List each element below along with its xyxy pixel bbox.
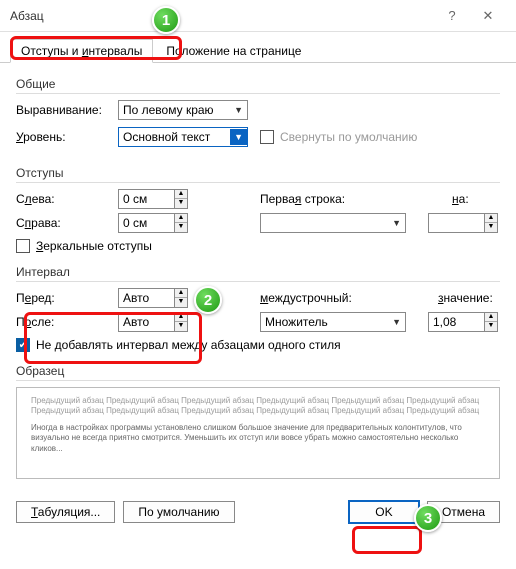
combo-linespacing[interactable]: Множитель▼ (260, 312, 406, 332)
label-linespacing: междустрочный: (260, 291, 380, 305)
spinner-right[interactable]: ▲▼ (118, 213, 188, 233)
badge-3: 3 (414, 504, 442, 532)
label-right: Справа: (16, 216, 112, 230)
chevron-down-icon: ▼ (392, 317, 401, 327)
help-button[interactable]: ? (434, 8, 470, 23)
tabs-button[interactable]: Табуляция... (16, 501, 115, 523)
group-general: Общие (16, 77, 500, 94)
chevron-down-icon: ▼ (234, 105, 243, 115)
spinner-at[interactable]: ▲▼ (428, 312, 498, 332)
group-indent: Отступы (16, 166, 500, 183)
badge-2: 2 (194, 286, 222, 314)
label-collapse: Свернуты по умолчанию (280, 130, 417, 144)
label-after: После: (16, 315, 112, 329)
combo-firstline[interactable]: ▼ (260, 213, 406, 233)
default-button[interactable]: По умолчанию (123, 501, 234, 523)
tab-position[interactable]: Положение на странице (155, 39, 312, 63)
label-at: значение: (438, 291, 500, 305)
dialog-title: Абзац (10, 9, 434, 23)
group-preview: Образец (16, 364, 500, 381)
label-before: Перед: (16, 291, 112, 305)
ok-button[interactable]: OK (349, 501, 419, 523)
chevron-down-icon: ▼ (230, 129, 247, 145)
combo-align[interactable]: По левому краю▼ (118, 100, 248, 120)
tab-indents[interactable]: Отступы и интервалы (10, 39, 153, 63)
label-by: на: (452, 192, 500, 206)
group-spacing: Интервал (16, 265, 500, 282)
label-align: Выравнивание: (16, 103, 112, 117)
close-button[interactable]: ✕ (470, 8, 506, 24)
chevron-down-icon: ▼ (392, 218, 401, 228)
label-firstline: Первая строка: (260, 192, 380, 206)
checkbox-mirror[interactable] (16, 239, 30, 253)
label-mirror: Зеркальные отступы (36, 239, 152, 253)
preview-box: Предыдущий абзац Предыдущий абзац Предыд… (16, 387, 500, 479)
spinner-left[interactable]: ▲▼ (118, 189, 188, 209)
spinner-after[interactable]: ▲▼ (118, 312, 188, 332)
combo-level[interactable]: Основной текст▼ (118, 127, 248, 147)
spinner-before[interactable]: ▲▼ (118, 288, 188, 308)
label-samestyle: Не добавлять интервал между абзацами одн… (36, 338, 341, 352)
checkbox-collapse (260, 130, 274, 144)
checkbox-samestyle[interactable]: ✔ (16, 338, 30, 352)
badge-1: 1 (152, 6, 180, 34)
spinner-by[interactable]: ▲▼ (428, 213, 498, 233)
label-left: Слева: (16, 192, 112, 206)
label-level: Уровень: (16, 130, 112, 144)
